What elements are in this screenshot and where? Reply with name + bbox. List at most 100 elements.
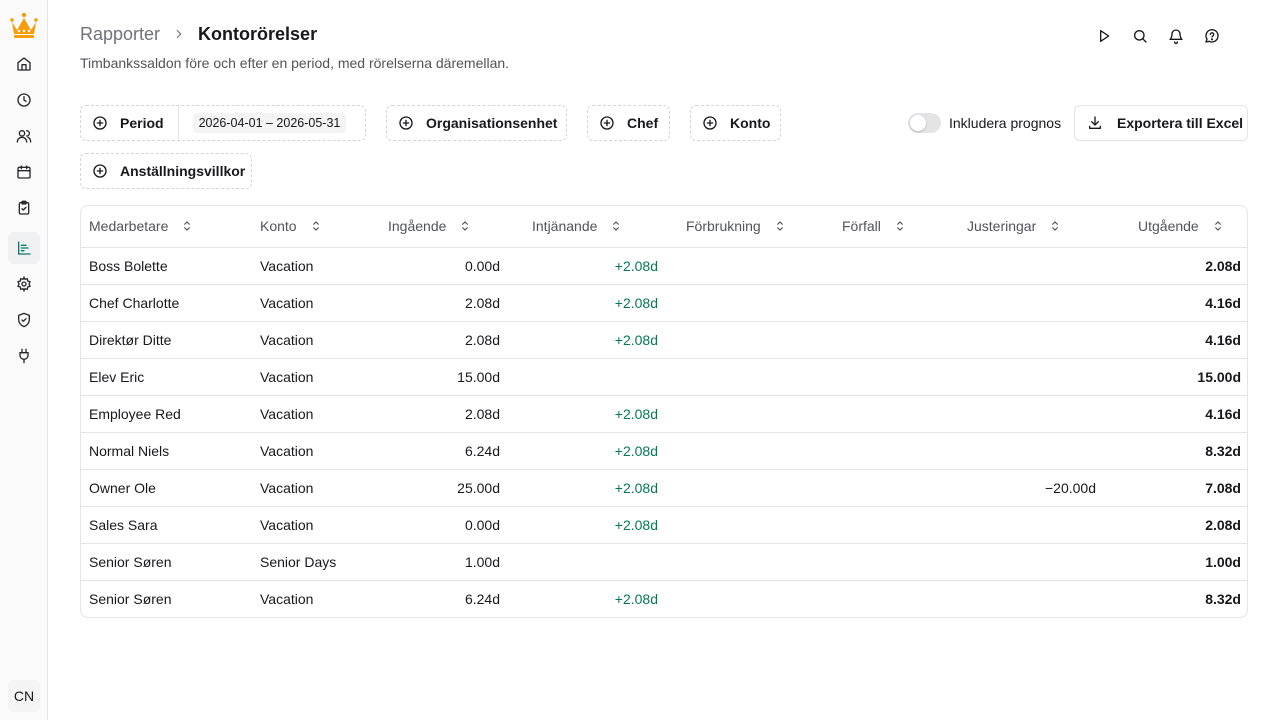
table-row[interactable]: Senior Søren Senior Days 1.00d 1.00d — [81, 543, 1247, 581]
page-title: Kontorörelser — [198, 23, 318, 44]
toggle-knob — [910, 115, 926, 131]
crown-logo-icon[interactable] — [8, 10, 40, 40]
adjustments-cell — [947, 247, 1104, 285]
expiry-cell — [822, 543, 947, 581]
clock-icon — [17, 93, 31, 107]
usage-cell — [666, 284, 822, 322]
table-row[interactable]: Sales Sara Vacation 0.00d +2.08d 2.08d — [81, 506, 1247, 544]
konto-filter[interactable]: Konto — [690, 105, 781, 141]
plus-circle-icon — [92, 115, 108, 131]
sidebar-item-tasks[interactable] — [8, 192, 40, 224]
table-header-row: Medarbetare Konto Ingående Intjänande Fö… — [81, 206, 1247, 248]
org-unit-filter[interactable]: Organisationsenhet — [386, 105, 567, 141]
accrual-cell: +2.08d — [508, 506, 666, 544]
expiry-cell — [822, 358, 947, 396]
employee-cell: Employee Red — [81, 395, 252, 433]
closing-cell: 7.08d — [1104, 469, 1247, 507]
gear-icon — [17, 276, 31, 292]
chef-filter-label: Chef — [627, 115, 659, 131]
org-unit-filter-label: Organisationsenhet — [426, 115, 558, 131]
usage-cell — [666, 580, 822, 617]
usage-cell — [666, 432, 822, 470]
sidebar-item-security[interactable] — [8, 304, 40, 336]
adjustments-cell — [947, 395, 1104, 433]
table-row[interactable]: Owner Ole Vacation 25.00d +2.08d −20.00d 7.08… — [81, 469, 1247, 507]
opening-cell: 15.00d — [376, 358, 508, 396]
table-row[interactable]: Boss Bolette Vacation 0.00d +2.08d 2.08d — [81, 247, 1247, 285]
bell-icon — [1169, 29, 1183, 44]
breadcrumb-parent-link[interactable]: Rapporter — [80, 24, 160, 45]
accrual-cell: +2.08d — [508, 321, 666, 359]
expiry-cell — [822, 321, 947, 359]
account-cell: Vacation — [252, 432, 376, 470]
account-cell: Vacation — [252, 358, 376, 396]
opening-cell: 2.08d — [376, 395, 508, 433]
expiry-cell — [822, 469, 947, 507]
expiry-cell — [822, 506, 947, 544]
top-actions — [1090, 24, 1234, 48]
employment-terms-filter-label: Anställningsvillkor — [120, 163, 246, 179]
table-row[interactable]: Elev Eric Vacation 15.00d 15.00d — [81, 358, 1247, 396]
search-button[interactable] — [1126, 24, 1154, 48]
closing-cell: 4.16d — [1104, 321, 1247, 359]
sort-chevrons-icon — [1211, 219, 1225, 233]
col-header-accrual[interactable]: Intjänande — [508, 206, 666, 248]
sidebar-item-settings[interactable] — [8, 268, 40, 300]
opening-cell: 1.00d — [376, 543, 508, 581]
employee-cell: Normal Niels — [81, 432, 252, 470]
table-row[interactable]: Chef Charlotte Vacation 2.08d +2.08d 4.16d — [81, 284, 1247, 322]
plug-icon — [19, 348, 29, 364]
table-row[interactable]: Senior Søren Vacation 6.24d +2.08d 8.32d — [81, 580, 1247, 617]
opening-cell: 0.00d — [376, 506, 508, 544]
employment-terms-filter[interactable]: Anställningsvillkor — [80, 153, 252, 189]
sidebar-item-integrations[interactable] — [8, 340, 40, 372]
sort-chevrons-icon — [773, 219, 787, 233]
account-cell: Vacation — [260, 590, 314, 607]
sidebar-item-time[interactable] — [8, 84, 40, 116]
export-excel-button[interactable]: Exportera till Excel — [1074, 105, 1248, 141]
user-avatar[interactable]: CN — [8, 680, 40, 712]
users-icon — [16, 130, 32, 143]
sidebar-item-users[interactable] — [8, 120, 40, 152]
table-row[interactable]: Direktør Ditte Vacation 2.08d +2.08d 4.16d — [81, 321, 1247, 359]
play-icon — [1100, 30, 1110, 42]
employee-cell: Senior Søren — [81, 543, 252, 581]
accrual-cell: +2.08d — [614, 590, 658, 607]
employee-cell: Boss Bolette — [81, 247, 252, 285]
sort-chevrons-icon — [609, 219, 623, 233]
col-header-adjustments[interactable]: Justeringar — [947, 206, 1104, 248]
export-excel-label: Exportera till Excel — [1117, 115, 1244, 131]
notifications-button[interactable] — [1162, 24, 1190, 48]
sort-chevrons-icon — [180, 219, 194, 233]
usage-cell — [666, 543, 822, 581]
col-header-expiry[interactable]: Förfall — [822, 206, 947, 248]
help-chat-icon — [1205, 29, 1219, 43]
employee-cell: Owner Ole — [81, 469, 252, 507]
play-button[interactable] — [1090, 24, 1118, 48]
forecast-toggle[interactable] — [908, 113, 941, 133]
employee-cell: Senior Søren — [89, 590, 172, 607]
employee-cell: Elev Eric — [81, 358, 252, 396]
chef-filter[interactable]: Chef — [587, 105, 670, 141]
expiry-cell — [822, 432, 947, 470]
closing-cell: 1.00d — [1104, 543, 1247, 581]
sidebar-item-reports[interactable] — [8, 232, 40, 264]
sidebar-item-calendar[interactable] — [8, 156, 40, 188]
col-header-closing[interactable]: Utgående — [1104, 206, 1247, 248]
plus-circle-icon — [702, 115, 718, 131]
col-header-usage[interactable]: Förbrukning — [666, 206, 822, 248]
col-header-account[interactable]: Konto — [252, 206, 376, 248]
col-header-employee[interactable]: Medarbetare — [81, 206, 252, 248]
account-cell: Vacation — [252, 284, 376, 322]
expiry-cell — [822, 247, 947, 285]
chart-icon — [18, 241, 31, 255]
account-cell: Vacation — [252, 247, 376, 285]
period-filter[interactable]: Period 2026-04-01 – 2026-05-31 — [80, 105, 366, 141]
adjustments-cell: −20.00d — [947, 469, 1104, 507]
help-button[interactable] — [1198, 24, 1226, 48]
col-header-opening[interactable]: Ingående — [376, 206, 508, 248]
sidebar-item-home[interactable] — [8, 48, 40, 80]
table-row[interactable]: Normal Niels Vacation 6.24d +2.08d 8.32d — [81, 432, 1247, 470]
table-row[interactable]: Employee Red Vacation 2.08d +2.08d 4.16d — [81, 395, 1247, 433]
forecast-toggle-label: Inkludera prognos — [949, 115, 1062, 131]
